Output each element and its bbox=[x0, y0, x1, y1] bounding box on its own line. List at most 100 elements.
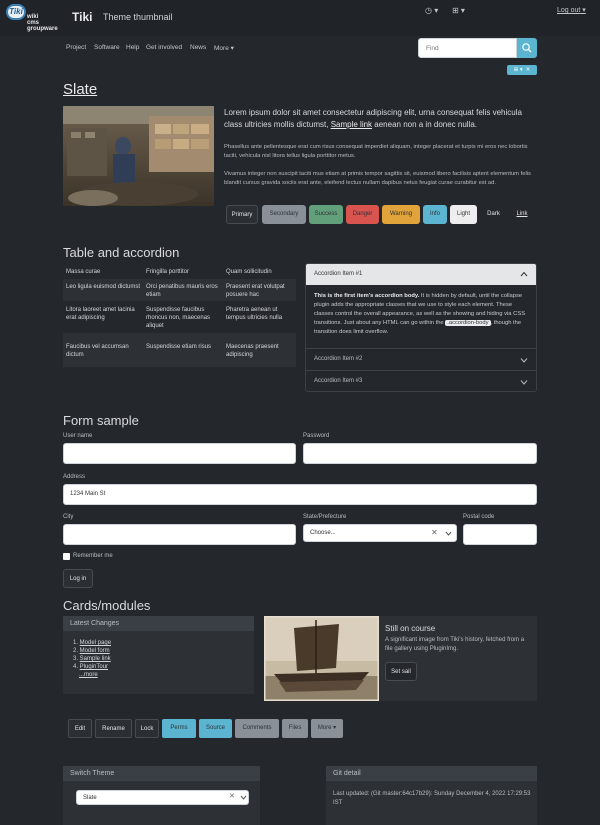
address-input[interactable]: 1234 Main St bbox=[63, 484, 537, 505]
table-cell: Pharetra aenean ut tempus ultricies null… bbox=[226, 307, 283, 321]
rename-button[interactable]: Rename bbox=[95, 719, 132, 738]
nav-project[interactable]: Project bbox=[66, 44, 86, 51]
link-button[interactable]: Link bbox=[510, 205, 534, 224]
remember-me-checkbox[interactable] bbox=[63, 553, 70, 560]
info-button[interactable]: Info bbox=[423, 205, 447, 224]
latest-changes-list: 1. Model page 2. Model form 3. Sample li… bbox=[73, 639, 111, 679]
page-title: Slate bbox=[63, 81, 98, 98]
login-button[interactable]: Log in bbox=[63, 569, 93, 588]
table-cell: Praesent erat volutpat posuere hac bbox=[226, 284, 285, 298]
table-cell: Fringilla porttitor bbox=[146, 269, 190, 275]
chevron-down-icon bbox=[445, 531, 452, 536]
theme-select-value: Slate bbox=[83, 795, 97, 801]
perms-button[interactable]: Perms bbox=[162, 719, 196, 738]
accordion-header-3[interactable]: Accordion Item #3 bbox=[306, 371, 536, 392]
switch-theme-module: Switch Theme Slate ✕ bbox=[63, 766, 260, 825]
theme-select[interactable]: Slate ✕ bbox=[76, 790, 249, 805]
city-input[interactable] bbox=[63, 524, 296, 545]
more-link-text[interactable]: ...more bbox=[79, 672, 98, 678]
cards-section-title: Cards/modules bbox=[63, 598, 151, 613]
table-cell: Litora laoreet amet lacinia erat adipisc… bbox=[66, 307, 135, 321]
accordion-header-2[interactable]: Accordion Item #2 bbox=[306, 349, 536, 370]
lock-button[interactable]: Lock bbox=[135, 719, 159, 738]
warning-button[interactable]: Warning bbox=[382, 205, 420, 224]
nav-software[interactable]: Software bbox=[94, 44, 120, 51]
postal-code-input[interactable] bbox=[463, 524, 537, 545]
light-button[interactable]: Light bbox=[450, 205, 477, 224]
table-cell: Orci penatibus mauris eros etiam bbox=[146, 284, 218, 298]
dark-button[interactable]: Dark bbox=[481, 205, 506, 224]
clear-icon[interactable]: ✕ bbox=[431, 528, 438, 537]
logout-link[interactable]: Log out ▾ bbox=[557, 6, 586, 14]
accordion-header-1[interactable]: Accordion Item #1 bbox=[306, 264, 536, 285]
search-button[interactable] bbox=[517, 38, 537, 58]
page-tools-badge[interactable]: ⊞ ▾ ✕ bbox=[507, 65, 537, 75]
hero-image bbox=[63, 106, 214, 206]
still-on-course-card: Still on course A significant image from… bbox=[264, 616, 537, 701]
clock-icon[interactable]: ◷ ▾ bbox=[425, 6, 438, 15]
switch-theme-heading: Switch Theme bbox=[63, 766, 260, 781]
state-label: State/Prefecture bbox=[303, 514, 347, 520]
edit-button[interactable]: Edit bbox=[68, 719, 92, 738]
latest-changes-heading: Latest Changes bbox=[63, 616, 254, 631]
password-label: Password bbox=[303, 433, 330, 439]
state-select[interactable]: Choose... ✕ bbox=[303, 524, 457, 542]
sample-link[interactable]: Sample link bbox=[331, 120, 372, 129]
source-button[interactable]: Source bbox=[199, 719, 232, 738]
latest-change-link[interactable]: Model page bbox=[80, 640, 111, 646]
more-button[interactable]: More ▾ bbox=[311, 719, 343, 738]
set-sail-button[interactable]: Set sail bbox=[385, 662, 417, 681]
nav-help[interactable]: Help bbox=[126, 44, 139, 51]
table-cell: Suspendisse faucibus rhoncus non, maecen… bbox=[146, 307, 211, 329]
accordion-item-1-label: Accordion Item #1 bbox=[314, 271, 363, 277]
chevron-up-icon bbox=[520, 271, 528, 277]
card-title: Still on course bbox=[385, 624, 436, 633]
nav-news[interactable]: News bbox=[190, 44, 206, 51]
clear-icon[interactable]: ✕ bbox=[229, 792, 235, 800]
list-item: 3. Sample link bbox=[73, 656, 111, 662]
username-input[interactable] bbox=[63, 443, 296, 464]
chevron-down-icon bbox=[240, 795, 247, 800]
danger-button[interactable]: Danger bbox=[346, 205, 379, 224]
search-icon bbox=[522, 43, 532, 53]
files-button[interactable]: Files bbox=[282, 719, 308, 738]
ship-image bbox=[264, 616, 379, 701]
latest-change-link[interactable]: Model form bbox=[80, 648, 110, 654]
list-item: 4. PluginTour bbox=[73, 664, 109, 670]
chevron-down-icon bbox=[520, 358, 528, 363]
logo-mark: Tiki bbox=[6, 4, 26, 20]
more-link[interactable]: ...more bbox=[73, 671, 111, 679]
accordion: Accordion Item #1 This is the first item… bbox=[305, 263, 537, 392]
list-item: 2. Model form bbox=[73, 648, 110, 654]
site-name: Tiki bbox=[72, 10, 93, 24]
paragraph-2: Vivamus integer non suscipit taciti mus … bbox=[224, 171, 531, 186]
accordion-body-bold: This is the first item's accordion body. bbox=[314, 293, 420, 299]
git-detail-text: Last updated: (Git master:64c17b29): Sun… bbox=[333, 791, 531, 806]
structure-icon[interactable]: ⊞ ▾ bbox=[452, 6, 465, 15]
search-input[interactable]: Find bbox=[418, 38, 517, 58]
password-input[interactable] bbox=[303, 443, 537, 464]
git-detail-module: Git detail Last updated: (Git master:64c… bbox=[326, 766, 537, 825]
git-detail-heading: Git detail bbox=[326, 766, 537, 781]
tiki-logo[interactable]: Tiki wiki cms groupware bbox=[6, 4, 58, 32]
comments-button[interactable]: Comments bbox=[235, 719, 279, 738]
logo-sub-groupware: groupware bbox=[27, 26, 58, 32]
primary-button[interactable]: Primary bbox=[226, 205, 258, 224]
state-select-value: Choose... bbox=[310, 530, 336, 536]
site-slogan: Theme thumbnail bbox=[103, 12, 173, 22]
lead-text-post: aenean non a in donec nulla. bbox=[372, 120, 478, 129]
success-button[interactable]: Success bbox=[309, 205, 343, 224]
accordion-item-3-label: Accordion Item #3 bbox=[314, 378, 363, 384]
chevron-down-icon bbox=[520, 380, 528, 385]
nav-more[interactable]: More ▾ bbox=[214, 44, 234, 52]
table-cell: Massa curae bbox=[66, 269, 101, 275]
accordion-body-code: .accordion-body bbox=[445, 320, 491, 326]
latest-change-link[interactable]: PluginTour bbox=[80, 664, 108, 670]
table-cell: Maecenas praesent adipiscing bbox=[226, 344, 279, 358]
secondary-button[interactable]: Secondary bbox=[262, 205, 306, 224]
card-text: A significant image from Tiki's history,… bbox=[385, 637, 525, 652]
remember-me-label: Remember me bbox=[73, 553, 113, 559]
nav-get-involved[interactable]: Get involved bbox=[146, 44, 182, 51]
form-section-title: Form sample bbox=[63, 413, 139, 428]
latest-change-link[interactable]: Sample link bbox=[80, 656, 111, 662]
